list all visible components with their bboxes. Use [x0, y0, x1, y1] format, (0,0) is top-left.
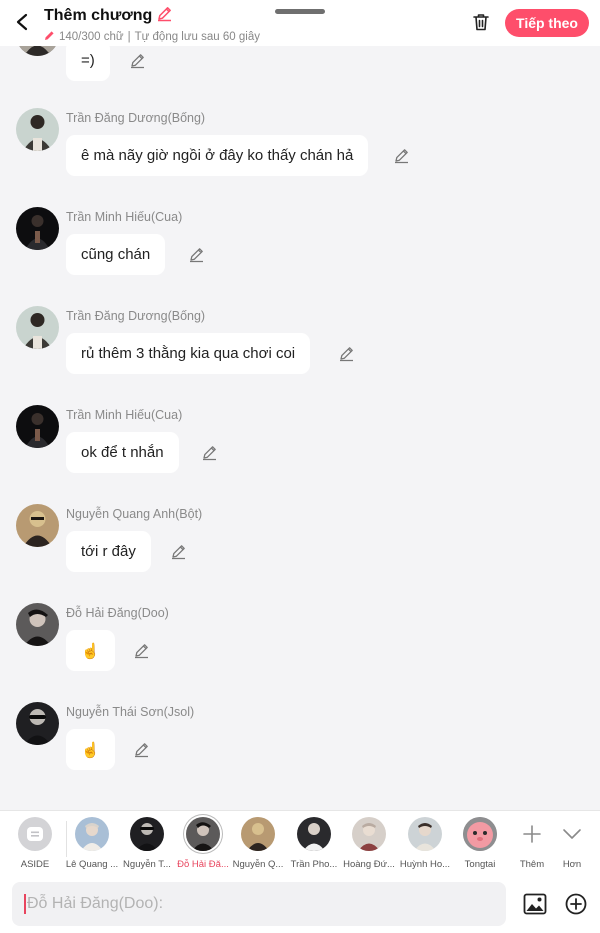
message-bubble[interactable]: ok để t nhắn — [66, 432, 179, 473]
message-bubble[interactable]: rủ thêm 3 thằng kia qua chơi coi — [66, 333, 311, 374]
sender-name: Trần Minh Hiếu(Cua) — [66, 210, 183, 224]
add-circle-icon[interactable] — [564, 892, 588, 916]
avatar — [186, 817, 220, 851]
message-bubble[interactable]: ☝ — [66, 729, 115, 770]
character-chip[interactable]: Tongtai — [452, 817, 508, 870]
edit-icon[interactable] — [187, 245, 205, 263]
message-item: Trần Đăng Dương(Bống) ê mà nãy giờ ngồi … — [0, 108, 600, 207]
expand-label: Hơn — [562, 859, 582, 870]
message-bubble[interactable]: ☝ — [66, 630, 115, 671]
more-label: Thêm — [519, 859, 545, 870]
avatar[interactable] — [16, 46, 59, 56]
message-bubble[interactable]: cũng chán — [66, 234, 166, 275]
character-label: Nguyễn Q... — [232, 859, 284, 870]
top-bar: Thêm chương 140/300 chữ | Tự động lưu sa… — [0, 0, 600, 46]
title-area: Thêm chương 140/300 chữ | Tự động lưu sa… — [44, 5, 260, 44]
character-chip[interactable]: Hoàng Đứ... — [341, 817, 397, 870]
edit-title-icon[interactable] — [156, 5, 173, 27]
character-chip[interactable]: Lê Quang ... — [64, 817, 120, 870]
character-chip-selected[interactable]: Đỗ Hải Đă... — [175, 817, 231, 870]
save-status: 140/300 chữ | Tự động lưu sau 60 giây — [44, 30, 260, 44]
avatar — [463, 817, 497, 851]
character-chip[interactable]: Trần Pho... — [286, 817, 342, 870]
message-bubble[interactable]: =) — [66, 46, 110, 81]
message-item: Đỗ Hải Đăng(Doo) ☝ — [0, 603, 600, 702]
message-item: Nguyễn Thái Sơn(Jsol) ☝ — [0, 702, 600, 801]
aside-icon — [18, 817, 52, 851]
message-input[interactable]: Đỗ Hải Đăng(Doo): — [12, 882, 506, 926]
avatar[interactable] — [16, 207, 59, 250]
chevron-down-icon — [552, 817, 592, 851]
sender-name: Trần Đăng Dương(Bống) — [66, 309, 206, 323]
composer: Đỗ Hải Đăng(Doo): — [0, 876, 600, 933]
sender-name: Trần Đăng Dương(Bống) — [66, 111, 206, 125]
edit-icon[interactable] — [132, 740, 150, 758]
avatar — [297, 817, 331, 851]
sender-name: Đỗ Hải Đăng(Doo) — [66, 606, 169, 620]
character-label: Đỗ Hải Đă... — [177, 859, 229, 870]
character-label: Nguyễn T... — [123, 859, 171, 870]
message-item: Trần Đăng Dương(Bống) rủ thêm 3 thằng ki… — [0, 306, 600, 405]
page-title: Thêm chương — [44, 7, 153, 24]
avatar[interactable] — [16, 108, 59, 151]
avatar[interactable] — [16, 306, 59, 349]
avatar — [130, 817, 164, 851]
avatar[interactable] — [16, 603, 59, 646]
edit-icon[interactable] — [200, 443, 218, 461]
character-label: Hoàng Đứ... — [343, 859, 395, 870]
character-label: ASIDE — [20, 859, 50, 870]
character-chip[interactable]: Nguyễn Q... — [230, 817, 286, 870]
character-label: Lê Quang ... — [65, 859, 119, 870]
image-icon[interactable] — [522, 891, 548, 917]
character-bar[interactable]: ASIDE Lê Quang ... Nguyễn T... Đỗ Hải Đă… — [0, 810, 600, 876]
sender-name: Trần Minh Hiếu(Cua) — [66, 408, 183, 422]
avatar[interactable] — [16, 405, 59, 448]
word-count: 140/300 chữ — [59, 31, 124, 43]
avatar[interactable] — [16, 702, 59, 745]
edit-icon[interactable] — [169, 542, 187, 560]
avatar — [75, 817, 109, 851]
message-list[interactable]: =) Trần Đăng Dương(Bống) ê mà nãy giờ ng… — [0, 46, 600, 810]
message-item: Nguyễn Quang Anh(Bột) tới r đây — [0, 504, 600, 603]
avatar — [352, 817, 386, 851]
expand-button[interactable]: Hơn — [552, 817, 592, 870]
avatar — [241, 817, 275, 851]
avatar[interactable] — [16, 504, 59, 547]
next-button[interactable]: Tiếp theo — [505, 9, 589, 37]
divider: | — [127, 31, 131, 43]
character-chip[interactable]: Nguyễn T... — [119, 817, 175, 870]
character-label: Trần Pho... — [290, 859, 338, 870]
edit-icon[interactable] — [337, 344, 355, 362]
message-item: =) — [0, 46, 600, 112]
character-label: Tongtai — [464, 859, 496, 870]
edit-icon[interactable] — [128, 51, 146, 69]
sender-name: Nguyễn Thái Sơn(Jsol) — [66, 705, 195, 719]
message-item: Trần Minh Hiếu(Cua) ok để t nhắn — [0, 405, 600, 504]
avatar — [408, 817, 442, 851]
text-caret — [24, 894, 26, 914]
message-bubble[interactable]: ê mà nãy giờ ngồi ở đây ko thấy chán hả — [66, 135, 369, 176]
add-character-button[interactable]: Thêm — [512, 817, 552, 870]
drag-handle[interactable] — [275, 9, 325, 14]
autosave-note: Tự động lưu sau 60 giây — [134, 31, 260, 43]
character-label: Huỳnh Ho... — [399, 859, 451, 870]
character-aside[interactable]: ASIDE — [7, 817, 63, 870]
back-icon[interactable] — [10, 10, 34, 34]
pencil-icon — [44, 30, 55, 44]
edit-icon[interactable] — [132, 641, 150, 659]
sender-name: Nguyễn Quang Anh(Bột) — [66, 507, 203, 521]
message-bubble[interactable]: tới r đây — [66, 531, 151, 572]
trash-icon[interactable] — [470, 11, 492, 33]
edit-icon[interactable] — [392, 146, 410, 164]
plus-icon — [512, 817, 552, 851]
input-placeholder: Đỗ Hải Đăng(Doo): — [27, 895, 164, 912]
character-chip[interactable]: Huỳnh Ho... — [397, 817, 453, 870]
message-item: Trần Minh Hiếu(Cua) cũng chán — [0, 207, 600, 306]
